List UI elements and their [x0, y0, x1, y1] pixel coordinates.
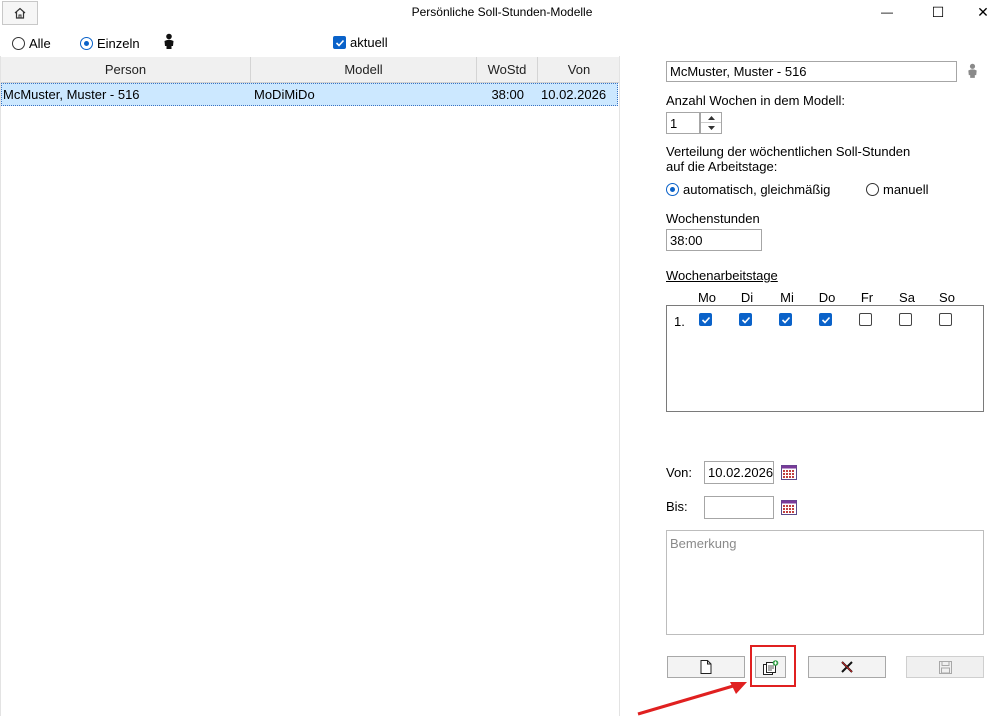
person-filter-button[interactable]	[162, 33, 176, 52]
column-model[interactable]: Modell	[251, 57, 477, 82]
person-select-button[interactable]	[966, 63, 979, 81]
stepper-up[interactable]	[701, 113, 721, 123]
week-row-label: 1.	[674, 314, 685, 329]
weeks-stepper[interactable]	[700, 112, 722, 134]
column-person[interactable]: Person	[1, 57, 251, 82]
grid-left-border	[0, 56, 1, 716]
day-header-mi: Mi	[780, 290, 794, 305]
day-header-sa: Sa	[899, 290, 915, 305]
cell-person: McMuster, Muster - 516	[3, 87, 140, 102]
close-icon: ✕	[977, 3, 989, 20]
checkbox-do[interactable]	[819, 313, 832, 326]
checkbox-mi[interactable]	[779, 313, 792, 326]
cell-from: 10.02.2026	[541, 87, 607, 102]
remark-textarea[interactable]: Bemerkung	[666, 530, 984, 635]
radio-automatic[interactable]: automatisch, gleichmäßig	[666, 182, 830, 197]
checkmark-icon	[741, 316, 750, 324]
checkmark-icon	[821, 316, 830, 324]
column-from[interactable]: Von	[538, 57, 620, 82]
checkbox-fr[interactable]	[859, 313, 872, 326]
maximize-button[interactable]: ☐	[921, 0, 955, 24]
stepper-down[interactable]	[701, 123, 721, 133]
calendar-icon	[781, 465, 797, 480]
distribution-label-line2: auf die Arbeitstage:	[666, 159, 778, 174]
window-title: Persönliche Soll-Stunden-Modelle	[411, 5, 593, 19]
distribution-label-line1: Verteilung der wöchentlichen Soll-Stunde…	[666, 144, 911, 159]
from-date-input[interactable]: 10.02.2026	[704, 461, 774, 484]
minimize-icon: —	[881, 5, 893, 19]
from-label: Von:	[666, 465, 693, 480]
checkmark-icon	[701, 316, 710, 324]
day-header-fr: Fr	[860, 290, 874, 305]
day-header-mo: Mo	[697, 290, 717, 305]
radio-manual[interactable]: manuell	[866, 182, 929, 197]
maximize-icon: ☐	[931, 3, 945, 20]
checkbox-di[interactable]	[739, 313, 752, 326]
current-checkbox-label: aktuell	[350, 35, 388, 50]
to-calendar-button[interactable]	[781, 499, 797, 518]
radio-manual-indicator[interactable]	[866, 183, 879, 196]
arrow-annotation-icon	[637, 682, 747, 716]
checkbox-sa[interactable]	[899, 313, 912, 326]
cell-model: MoDiMiDo	[254, 87, 315, 102]
checkmark-icon	[335, 39, 344, 47]
radio-single-label: Einzeln	[97, 36, 140, 51]
person-icon	[164, 33, 174, 49]
radio-all-label: Alle	[29, 36, 51, 51]
delete-button[interactable]	[808, 656, 886, 678]
grid-header: Person Modell WoStd Von	[1, 57, 620, 83]
radio-automatic-label: automatisch, gleichmäßig	[683, 182, 831, 197]
weekly-hours-label: Wochenstunden	[666, 211, 760, 226]
cell-hours: 38:00	[491, 87, 524, 102]
workdays-label: Wochenarbeitstage	[666, 268, 778, 283]
radio-single[interactable]: Einzeln	[80, 36, 140, 51]
day-header-so: So	[939, 290, 955, 305]
new-button[interactable]	[667, 656, 745, 678]
checkmark-icon	[781, 316, 790, 324]
weeks-label: Anzahl Wochen in dem Modell:	[666, 93, 845, 108]
delete-x-icon	[841, 661, 853, 673]
current-checkbox-box[interactable]	[333, 36, 346, 49]
to-label: Bis:	[666, 499, 688, 514]
day-checkboxes	[699, 313, 952, 326]
radio-automatic-indicator[interactable]	[666, 183, 679, 196]
radio-all-indicator[interactable]	[12, 37, 25, 50]
checkbox-mo[interactable]	[699, 313, 712, 326]
save-button[interactable]	[906, 656, 984, 678]
chevron-down-icon	[707, 126, 715, 130]
calendar-icon	[781, 500, 797, 515]
radio-single-indicator[interactable]	[80, 37, 93, 50]
day-headers: Mo Di Mi Do Fr Sa So	[692, 290, 962, 305]
day-header-di: Di	[740, 290, 754, 305]
person-icon	[968, 63, 977, 78]
current-checkbox[interactable]: aktuell	[333, 35, 388, 50]
checkbox-so[interactable]	[939, 313, 952, 326]
radio-manual-label: manuell	[883, 182, 929, 197]
close-button[interactable]: ✕	[966, 0, 1000, 24]
weeks-input[interactable]: 1	[666, 112, 700, 134]
to-date-input[interactable]	[704, 496, 774, 519]
new-document-icon	[700, 660, 712, 674]
grid-right-border	[619, 56, 620, 716]
day-header-do: Do	[818, 290, 836, 305]
minimize-button[interactable]: —	[870, 0, 904, 24]
chevron-up-icon	[707, 115, 715, 120]
person-field[interactable]: McMuster, Muster - 516	[666, 61, 957, 82]
from-calendar-button[interactable]	[781, 464, 797, 483]
title-bar: Persönliche Soll-Stunden-Modelle — ☐ ✕	[0, 0, 1004, 26]
workdays-grid: 1.	[666, 305, 984, 412]
column-hours[interactable]: WoStd	[477, 57, 538, 82]
table-row[interactable]: McMuster, Muster - 516 MoDiMiDo 38:00 10…	[1, 83, 618, 106]
weekly-hours-input[interactable]: 38:00	[666, 229, 762, 251]
remark-placeholder: Bemerkung	[670, 536, 737, 551]
save-disk-icon	[938, 660, 952, 674]
radio-all[interactable]: Alle	[12, 36, 51, 51]
